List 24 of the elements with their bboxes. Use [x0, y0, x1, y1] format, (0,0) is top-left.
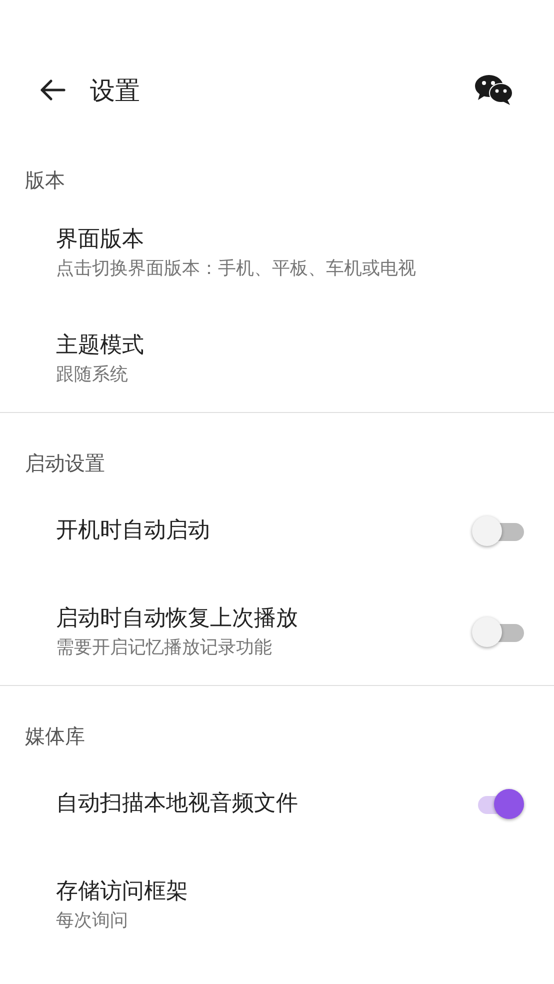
toggle-switch[interactable]: [472, 515, 524, 547]
item-title: 自动扫描本地视音频文件: [56, 790, 299, 818]
settings-item[interactable]: 界面版本 点击切换界面版本：手机、平板、车机或电视: [0, 200, 554, 306]
section-heading: 版本: [24, 167, 66, 194]
toggle-switch[interactable]: [472, 616, 524, 648]
item-title: 开机时自动启动: [56, 517, 211, 545]
settings-item[interactable]: 启动时自动恢复上次播放 需要开启记忆播放记录功能: [0, 579, 554, 685]
page-title: 设置: [90, 74, 141, 106]
item-title: 主题模式: [56, 332, 145, 360]
item-title: 界面版本: [56, 226, 145, 254]
item-title: 启动时自动恢复上次播放: [56, 605, 299, 633]
section-heading: 启动设置: [24, 450, 106, 477]
settings-item[interactable]: 自动扫描本地视音频文件: [0, 756, 554, 852]
item-subtitle: 每次询问: [56, 909, 129, 933]
item-subtitle: 跟随系统: [56, 363, 129, 387]
settings-item[interactable]: 开机时自动启动: [0, 483, 554, 579]
item-title: 存储访问框架: [56, 878, 189, 906]
settings-item[interactable]: 主题模式 跟随系统: [0, 306, 554, 412]
item-subtitle: 需要开启记忆播放记录功能: [56, 636, 273, 660]
back-icon[interactable]: [38, 78, 66, 102]
chat-bubbles-icon[interactable]: [474, 74, 514, 106]
item-subtitle: 点击切换界面版本：手机、平板、车机或电视: [56, 257, 417, 281]
section-heading: 媒体库: [24, 723, 86, 750]
settings-item[interactable]: 存储访问框架 每次询问: [0, 852, 554, 958]
